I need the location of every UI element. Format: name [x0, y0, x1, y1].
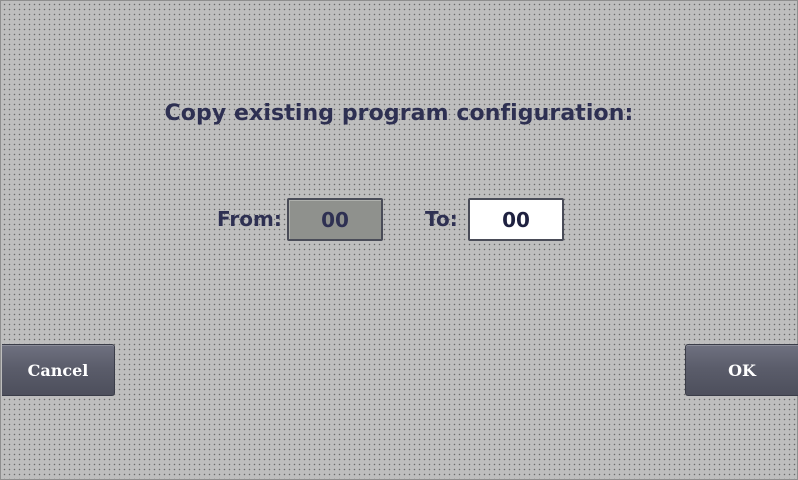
- cancel-button[interactable]: Cancel: [2, 344, 115, 396]
- ok-button[interactable]: OK: [685, 344, 798, 396]
- copy-program-dialog: Copy existing program configuration: Fro…: [0, 0, 798, 480]
- from-label: From:: [217, 207, 282, 231]
- to-label: To:: [425, 207, 458, 231]
- from-field: 00: [287, 198, 383, 241]
- dialog-title: Copy existing program configuration:: [164, 101, 634, 126]
- to-field[interactable]: 00: [468, 198, 564, 241]
